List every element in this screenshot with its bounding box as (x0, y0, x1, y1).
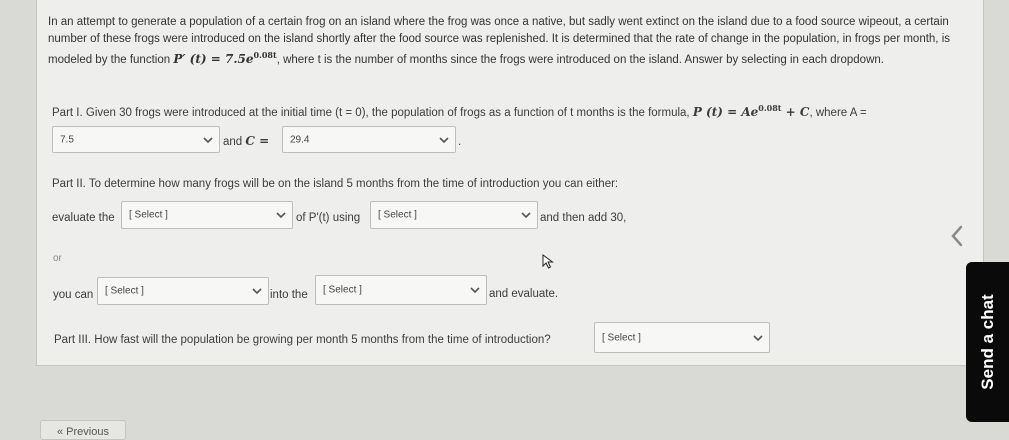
method-select-3[interactable]: [ Select ] (97, 277, 269, 305)
evaluate-the-label: evaluate the (52, 212, 115, 224)
rate-select[interactable]: [ Select ] (594, 322, 770, 353)
question-intro: In an attempt to generate a population o… (48, 14, 978, 69)
method-select-4[interactable]: [ Select ] (315, 275, 487, 305)
you-can-label: you can (53, 289, 94, 301)
send-chat-button[interactable]: Send a chat (966, 262, 1009, 422)
chevron-down-icon (252, 288, 262, 295)
part2-prompt: Part II. To determine how many frogs wil… (52, 178, 619, 190)
chevron-left-icon[interactable] (948, 224, 966, 248)
part3-prompt: Part III. How fast will the population b… (54, 334, 551, 346)
part1-period: . (458, 136, 462, 148)
into-the-label: into the (270, 289, 308, 301)
chevron-down-icon (203, 136, 213, 143)
a-value-select[interactable]: 7.5 (52, 126, 220, 153)
chevron-down-icon (470, 287, 480, 294)
then-add-label: and then add 30, (540, 212, 627, 224)
intro-function: P′ (t) = 7.5e0.08t (173, 50, 277, 66)
method-select-2[interactable]: [ Select ] (370, 201, 538, 229)
part1-prompt: Part I. Given 30 frogs were introduced a… (52, 103, 867, 119)
chevron-down-icon (521, 212, 531, 219)
part1-formula: P (t) = Ae0.08t + C (692, 103, 810, 119)
previous-button[interactable]: « Previous (40, 420, 126, 440)
and-c-label: and C = (223, 134, 270, 148)
of-pprime-label: of P'(t) using (296, 212, 361, 224)
chevron-down-icon (439, 136, 449, 143)
method-select-1[interactable]: [ Select ] (121, 201, 293, 229)
chevron-down-icon (276, 212, 286, 219)
or-label: or (53, 253, 62, 264)
chevron-down-icon (753, 334, 763, 341)
and-evaluate-label: and evaluate. (489, 288, 559, 300)
mouse-cursor-icon (542, 254, 554, 269)
c-value-select[interactable]: 29.4 (282, 126, 456, 153)
intro-tail: , where t is the number of months since … (276, 54, 884, 66)
